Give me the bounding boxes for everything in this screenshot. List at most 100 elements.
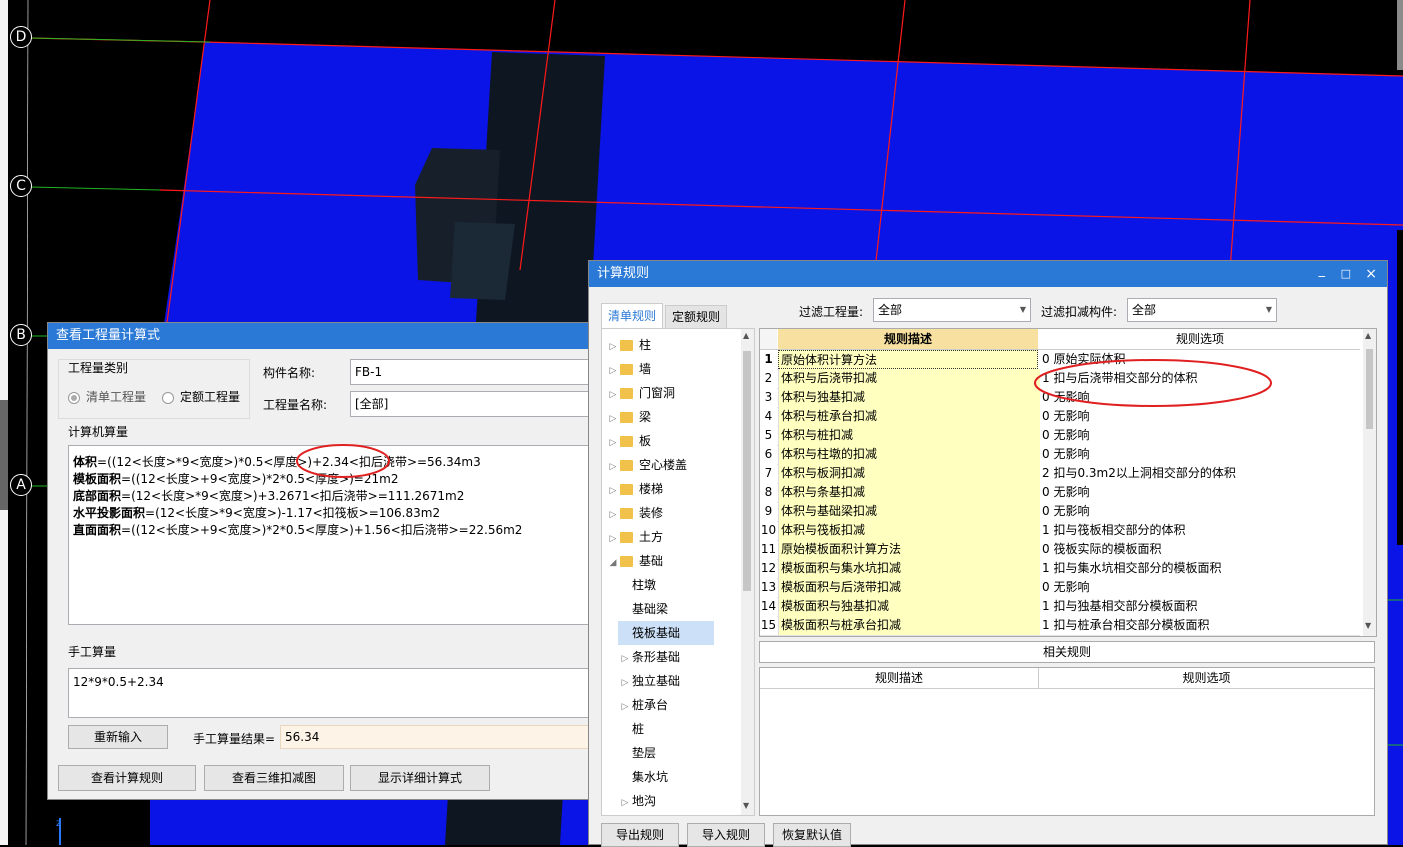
rule-opt-cell[interactable]: 0 无影响	[1040, 483, 1362, 502]
scroll-down-icon[interactable]: ▼	[743, 801, 749, 810]
expand-arrow-icon[interactable]: ▷	[606, 527, 620, 551]
rule-opt-cell[interactable]: 1 扣与桩承台相交部分模板面积	[1040, 616, 1362, 635]
scroll-down-icon[interactable]: ▼	[1365, 621, 1371, 630]
rule-opt-cell[interactable]: 0 无影响	[1040, 502, 1362, 521]
expand-arrow-icon[interactable]: ◢	[606, 551, 620, 575]
rule-opt-cell[interactable]: 2 扣与0.3m2以上洞相交部分的体积	[1040, 464, 1362, 483]
tree-item[interactable]: ▷ 桩承台	[618, 693, 668, 717]
tree-item[interactable]: ▷ 柱	[606, 333, 651, 357]
radio-dinge[interactable]: 定额工程量	[162, 388, 240, 405]
expand-arrow-icon[interactable]: ▷	[606, 479, 620, 503]
tree-item[interactable]: ▷ 楼梯	[606, 477, 663, 501]
export-rules-button[interactable]: 导出规则	[601, 823, 679, 847]
rule-desc-cell[interactable]: 模板面积与独基扣减	[778, 597, 1041, 616]
tree-item[interactable]: 筏板基础	[618, 621, 714, 645]
header-rule-opt[interactable]: 规则选项	[1040, 329, 1360, 349]
component-name-field[interactable]: FB-1	[350, 359, 600, 385]
radio-qingdan[interactable]: 清单工程量	[68, 388, 146, 405]
tree-item[interactable]: ▷ 门窗洞	[606, 381, 675, 405]
tree-scroll-thumb[interactable]	[743, 351, 751, 591]
rule-opt-cell[interactable]: 0 筏板实际的模板面积	[1040, 540, 1362, 559]
manual-expr-field[interactable]: 12*9*0.5+2.34	[68, 668, 600, 718]
table-row[interactable]: 11 原始模板面积计算方法 0 筏板实际的模板面积	[760, 540, 1362, 560]
rule-opt-cell[interactable]: 1 扣与独基相交部分模板面积	[1040, 597, 1362, 616]
related-header-opt[interactable]: 规则选项	[1039, 668, 1374, 689]
rule-desc-cell[interactable]: 体积与基础梁扣减	[778, 502, 1041, 521]
rule-desc-cell[interactable]: 原始模板面积计算方法	[778, 540, 1041, 559]
tree-item[interactable]: ▷ 空心楼盖	[606, 453, 687, 477]
tree-item[interactable]: 基础梁	[618, 597, 668, 621]
tree-item[interactable]: ▷ 梁	[606, 405, 651, 429]
tab-dinge-rules[interactable]: 定额规则	[665, 305, 727, 328]
related-header-desc[interactable]: 规则描述	[760, 668, 1039, 689]
rule-opt-cell[interactable]: 0 无影响	[1040, 426, 1362, 445]
restore-defaults-button[interactable]: 恢复默认值	[773, 823, 851, 847]
expand-arrow-icon[interactable]: ▷	[606, 335, 620, 359]
qty-window-titlebar[interactable]: 查看工程量计算式	[48, 323, 606, 349]
rule-desc-cell[interactable]: 体积与桩扣减	[778, 426, 1041, 445]
rules-scrollbar[interactable]: ▲ ▼	[1363, 329, 1376, 636]
rule-desc-cell[interactable]: 体积与桩承台扣减	[778, 407, 1041, 426]
rule-opt-cell[interactable]: 0 无影响	[1040, 578, 1362, 597]
scroll-up-icon[interactable]: ▲	[1365, 331, 1371, 340]
table-row[interactable]: 9 体积与基础梁扣减 0 无影响	[760, 502, 1362, 522]
tree-item[interactable]: 桩	[618, 717, 644, 741]
expand-arrow-icon[interactable]: ▷	[618, 695, 632, 719]
scroll-up-icon[interactable]: ▲	[743, 331, 749, 340]
rule-opt-cell[interactable]: 1 扣与筏板相交部分的体积	[1040, 521, 1362, 540]
tree-item[interactable]: ▷ 装修	[606, 501, 663, 525]
manual-result-field[interactable]: 56.34	[280, 725, 600, 749]
tree-item[interactable]: ▷ 板	[606, 429, 651, 453]
tree-item[interactable]: ▷ 地沟	[618, 789, 656, 813]
tree-scrollbar[interactable]: ▲ ▼	[741, 329, 754, 815]
table-row[interactable]: 14 模板面积与独基扣减 1 扣与独基相交部分模板面积	[760, 597, 1362, 617]
rule-desc-cell[interactable]: 体积与柱墩的扣减	[778, 445, 1041, 464]
table-row[interactable]: 13 模板面积与后浇带扣减 0 无影响	[760, 578, 1362, 598]
header-rule-desc[interactable]: 规则描述	[778, 329, 1038, 349]
rule-desc-cell[interactable]: 体积与条基扣减	[778, 483, 1041, 502]
expand-arrow-icon[interactable]: ▷	[606, 383, 620, 407]
filter-comp-select[interactable]: 全部 ▼	[1127, 298, 1277, 322]
tree-item[interactable]: ▷ 条形基础	[618, 645, 680, 669]
table-row[interactable]: 12 模板面积与集水坑扣减 1 扣与集水坑相交部分的模板面积	[760, 559, 1362, 579]
expand-arrow-icon[interactable]: ▷	[606, 455, 620, 479]
rule-opt-cell[interactable]: 0 无影响	[1040, 445, 1362, 464]
view-3d-button[interactable]: 查看三维扣减图	[204, 765, 344, 791]
rule-desc-cell[interactable]: 原始体积计算方法	[778, 350, 1038, 369]
table-row[interactable]: 8 体积与条基扣减 0 无影响	[760, 483, 1362, 503]
rule-desc-cell[interactable]: 体积与后浇带扣减	[778, 369, 1041, 388]
close-icon[interactable]: ×	[1365, 261, 1377, 287]
qty-name-field[interactable]: [全部]	[350, 391, 600, 417]
rule-desc-cell[interactable]: 体积与筏板扣减	[778, 521, 1041, 540]
rule-desc-cell[interactable]: 模板面积与桩承台扣减	[778, 616, 1041, 635]
expand-arrow-icon[interactable]: ▷	[606, 359, 620, 383]
rules-window-titlebar[interactable]: 计算规则 _ □ ×	[589, 261, 1387, 287]
tree-item[interactable]: ▷ 独立基础	[618, 669, 680, 693]
view-rules-button[interactable]: 查看计算规则	[58, 765, 196, 791]
rule-opt-cell[interactable]: 1 扣与集水坑相交部分的模板面积	[1040, 559, 1362, 578]
tree-item[interactable]: ◢ 基础	[606, 549, 663, 573]
expand-arrow-icon[interactable]: ▷	[618, 647, 632, 671]
rules-scroll-thumb[interactable]	[1366, 349, 1373, 429]
filter-qty-select[interactable]: 全部 ▼	[873, 298, 1031, 322]
expand-arrow-icon[interactable]: ▷	[606, 407, 620, 431]
show-detail-button[interactable]: 显示详细计算式	[350, 765, 490, 791]
rule-desc-cell[interactable]: 模板面积与后浇带扣减	[778, 578, 1041, 597]
tree-item[interactable]: ▷ 土方	[606, 525, 663, 549]
tree-item[interactable]: 集水坑	[618, 765, 668, 789]
expand-arrow-icon[interactable]: ▷	[606, 503, 620, 527]
rule-desc-cell[interactable]: 模板面积与集水坑扣减	[778, 559, 1041, 578]
table-row[interactable]: 5 体积与桩扣减 0 无影响	[760, 426, 1362, 446]
table-row[interactable]: 10 体积与筏板扣减 1 扣与筏板相交部分的体积	[760, 521, 1362, 541]
rule-desc-cell[interactable]: 体积与板洞扣减	[778, 464, 1041, 483]
table-row[interactable]: 6 体积与柱墩的扣减 0 无影响	[760, 445, 1362, 465]
import-rules-button[interactable]: 导入规则	[687, 823, 765, 847]
minimize-icon[interactable]: _	[1319, 258, 1326, 284]
rule-desc-cell[interactable]: 体积与独基扣减	[778, 388, 1041, 407]
reinput-button[interactable]: 重新输入	[68, 725, 168, 749]
tree-item[interactable]: 柱墩	[618, 573, 656, 597]
tree-item[interactable]: 垫层	[618, 741, 656, 765]
table-row[interactable]: 7 体积与板洞扣减 2 扣与0.3m2以上洞相交部分的体积	[760, 464, 1362, 484]
expand-arrow-icon[interactable]: ▷	[606, 431, 620, 455]
tab-qingdan-rules[interactable]: 清单规则	[601, 303, 663, 328]
